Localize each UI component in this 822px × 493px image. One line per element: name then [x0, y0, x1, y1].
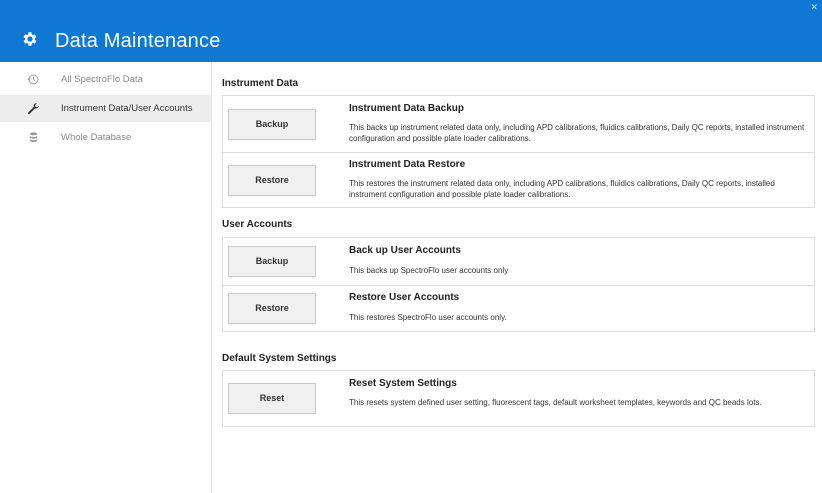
- section-title-default-system-settings: Default System Settings: [222, 353, 337, 364]
- list-item: Reset Reset System Settings This resets …: [223, 371, 814, 426]
- row-title: Back up User Accounts: [349, 245, 461, 256]
- row-title: Restore User Accounts: [349, 292, 460, 303]
- section-title-instrument-data: Instrument Data: [222, 78, 299, 89]
- list-item: Backup Back up User Accounts This backs …: [223, 238, 814, 285]
- users-backup-button[interactable]: Backup: [228, 246, 316, 277]
- instrument-data-card: Backup Instrument Data Backup This backs…: [222, 95, 815, 208]
- row-title: Reset System Settings: [349, 378, 457, 389]
- row-description: This backs up instrument related data on…: [349, 123, 805, 143]
- row-title: Instrument Data Backup: [349, 103, 465, 114]
- list-item: Restore Instrument Data Restore This res…: [223, 153, 814, 208]
- row-description: This restores SpectroFlo user accounts o…: [349, 313, 507, 322]
- instrument-backup-button[interactable]: Backup: [228, 109, 316, 140]
- close-icon[interactable]: ✕: [810, 2, 818, 13]
- row-description: This backs up SpectroFlo user accounts o…: [349, 266, 509, 275]
- gear-icon: [23, 32, 37, 46]
- wrench-icon: [28, 103, 39, 114]
- section-title-user-accounts: User Accounts: [222, 219, 293, 230]
- instrument-restore-button[interactable]: Restore: [228, 165, 316, 196]
- users-restore-button[interactable]: Restore: [228, 293, 316, 324]
- app-header: Data Maintenance ✕: [0, 0, 822, 62]
- database-icon: [29, 132, 38, 143]
- sidebar-item-all-spectroflo-data[interactable]: All SpectroFlo Data: [0, 66, 211, 93]
- sidebar-item-whole-database[interactable]: Whole Database: [0, 124, 211, 151]
- sidebar-item-label: Whole Database: [61, 132, 132, 143]
- row-description: This resets system defined user setting,…: [349, 398, 762, 407]
- default-system-settings-card: Reset Reset System Settings This resets …: [222, 370, 815, 427]
- row-description: This restores the instrument related dat…: [349, 179, 775, 199]
- sidebar: All SpectroFlo Data Instrument Data/User…: [0, 62, 212, 493]
- sidebar-item-label: All SpectroFlo Data: [61, 74, 143, 85]
- sidebar-item-instrument-data-user-accounts[interactable]: Instrument Data/User Accounts: [0, 95, 211, 122]
- row-title: Instrument Data Restore: [349, 159, 466, 170]
- user-accounts-card: Backup Back up User Accounts This backs …: [222, 237, 815, 332]
- restore-clock-icon: [27, 74, 39, 85]
- reset-button[interactable]: Reset: [228, 383, 316, 414]
- list-item: Backup Instrument Data Backup This backs…: [223, 96, 814, 152]
- page-title: Data Maintenance: [55, 30, 221, 52]
- sidebar-item-label: Instrument Data/User Accounts: [61, 103, 193, 114]
- list-item: Restore Restore User Accounts This resto…: [223, 286, 814, 332]
